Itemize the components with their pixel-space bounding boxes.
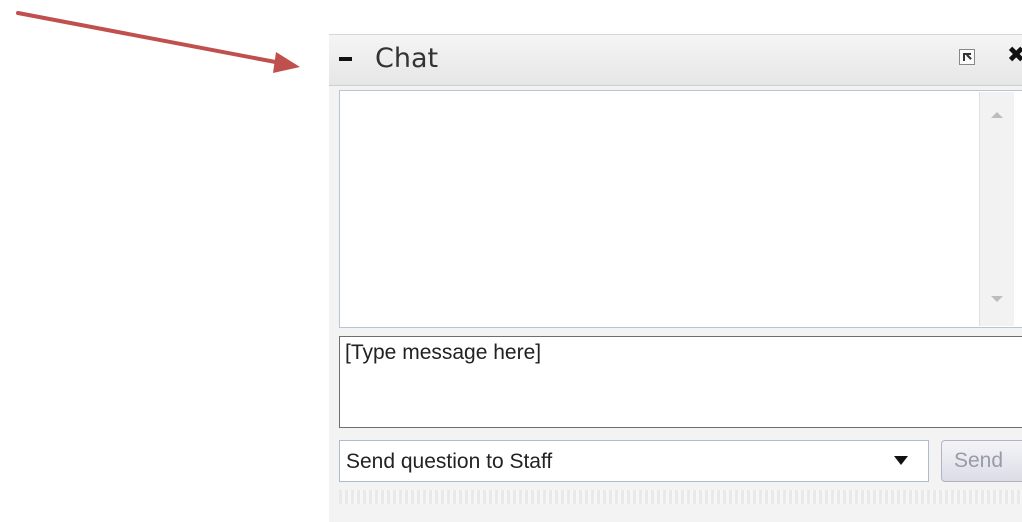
chat-titlebar: Chat ✖ [329, 34, 1022, 86]
recipient-select-value: Send question to Staff [346, 450, 553, 473]
minus-icon[interactable] [339, 57, 352, 61]
chevron-down-icon[interactable] [894, 456, 908, 465]
send-button-label: Send [954, 449, 1004, 472]
close-icon[interactable]: ✖ [1007, 44, 1022, 66]
recipient-select[interactable]: Send question to Staff [339, 440, 929, 482]
scroll-down-arrow-icon[interactable] [991, 296, 1003, 302]
chat-panel: Chat ✖ [Type message here] Send question… [329, 34, 1022, 522]
send-button[interactable]: Send [941, 440, 1022, 482]
message-input[interactable]: [Type message here] [339, 336, 1022, 428]
message-input-placeholder: [Type message here] [345, 341, 542, 364]
message-log-scrollbar[interactable] [979, 92, 1014, 326]
panel-footer [339, 490, 1022, 504]
screenshot-stage: Chat ✖ [Type message here] Send question… [0, 0, 1022, 522]
popout-window-icon[interactable] [959, 49, 975, 65]
scroll-up-arrow-icon[interactable] [991, 112, 1003, 118]
chat-message-log[interactable] [339, 90, 1022, 328]
annotation-arrow-icon [16, 11, 300, 73]
chat-title: Chat [375, 43, 439, 74]
